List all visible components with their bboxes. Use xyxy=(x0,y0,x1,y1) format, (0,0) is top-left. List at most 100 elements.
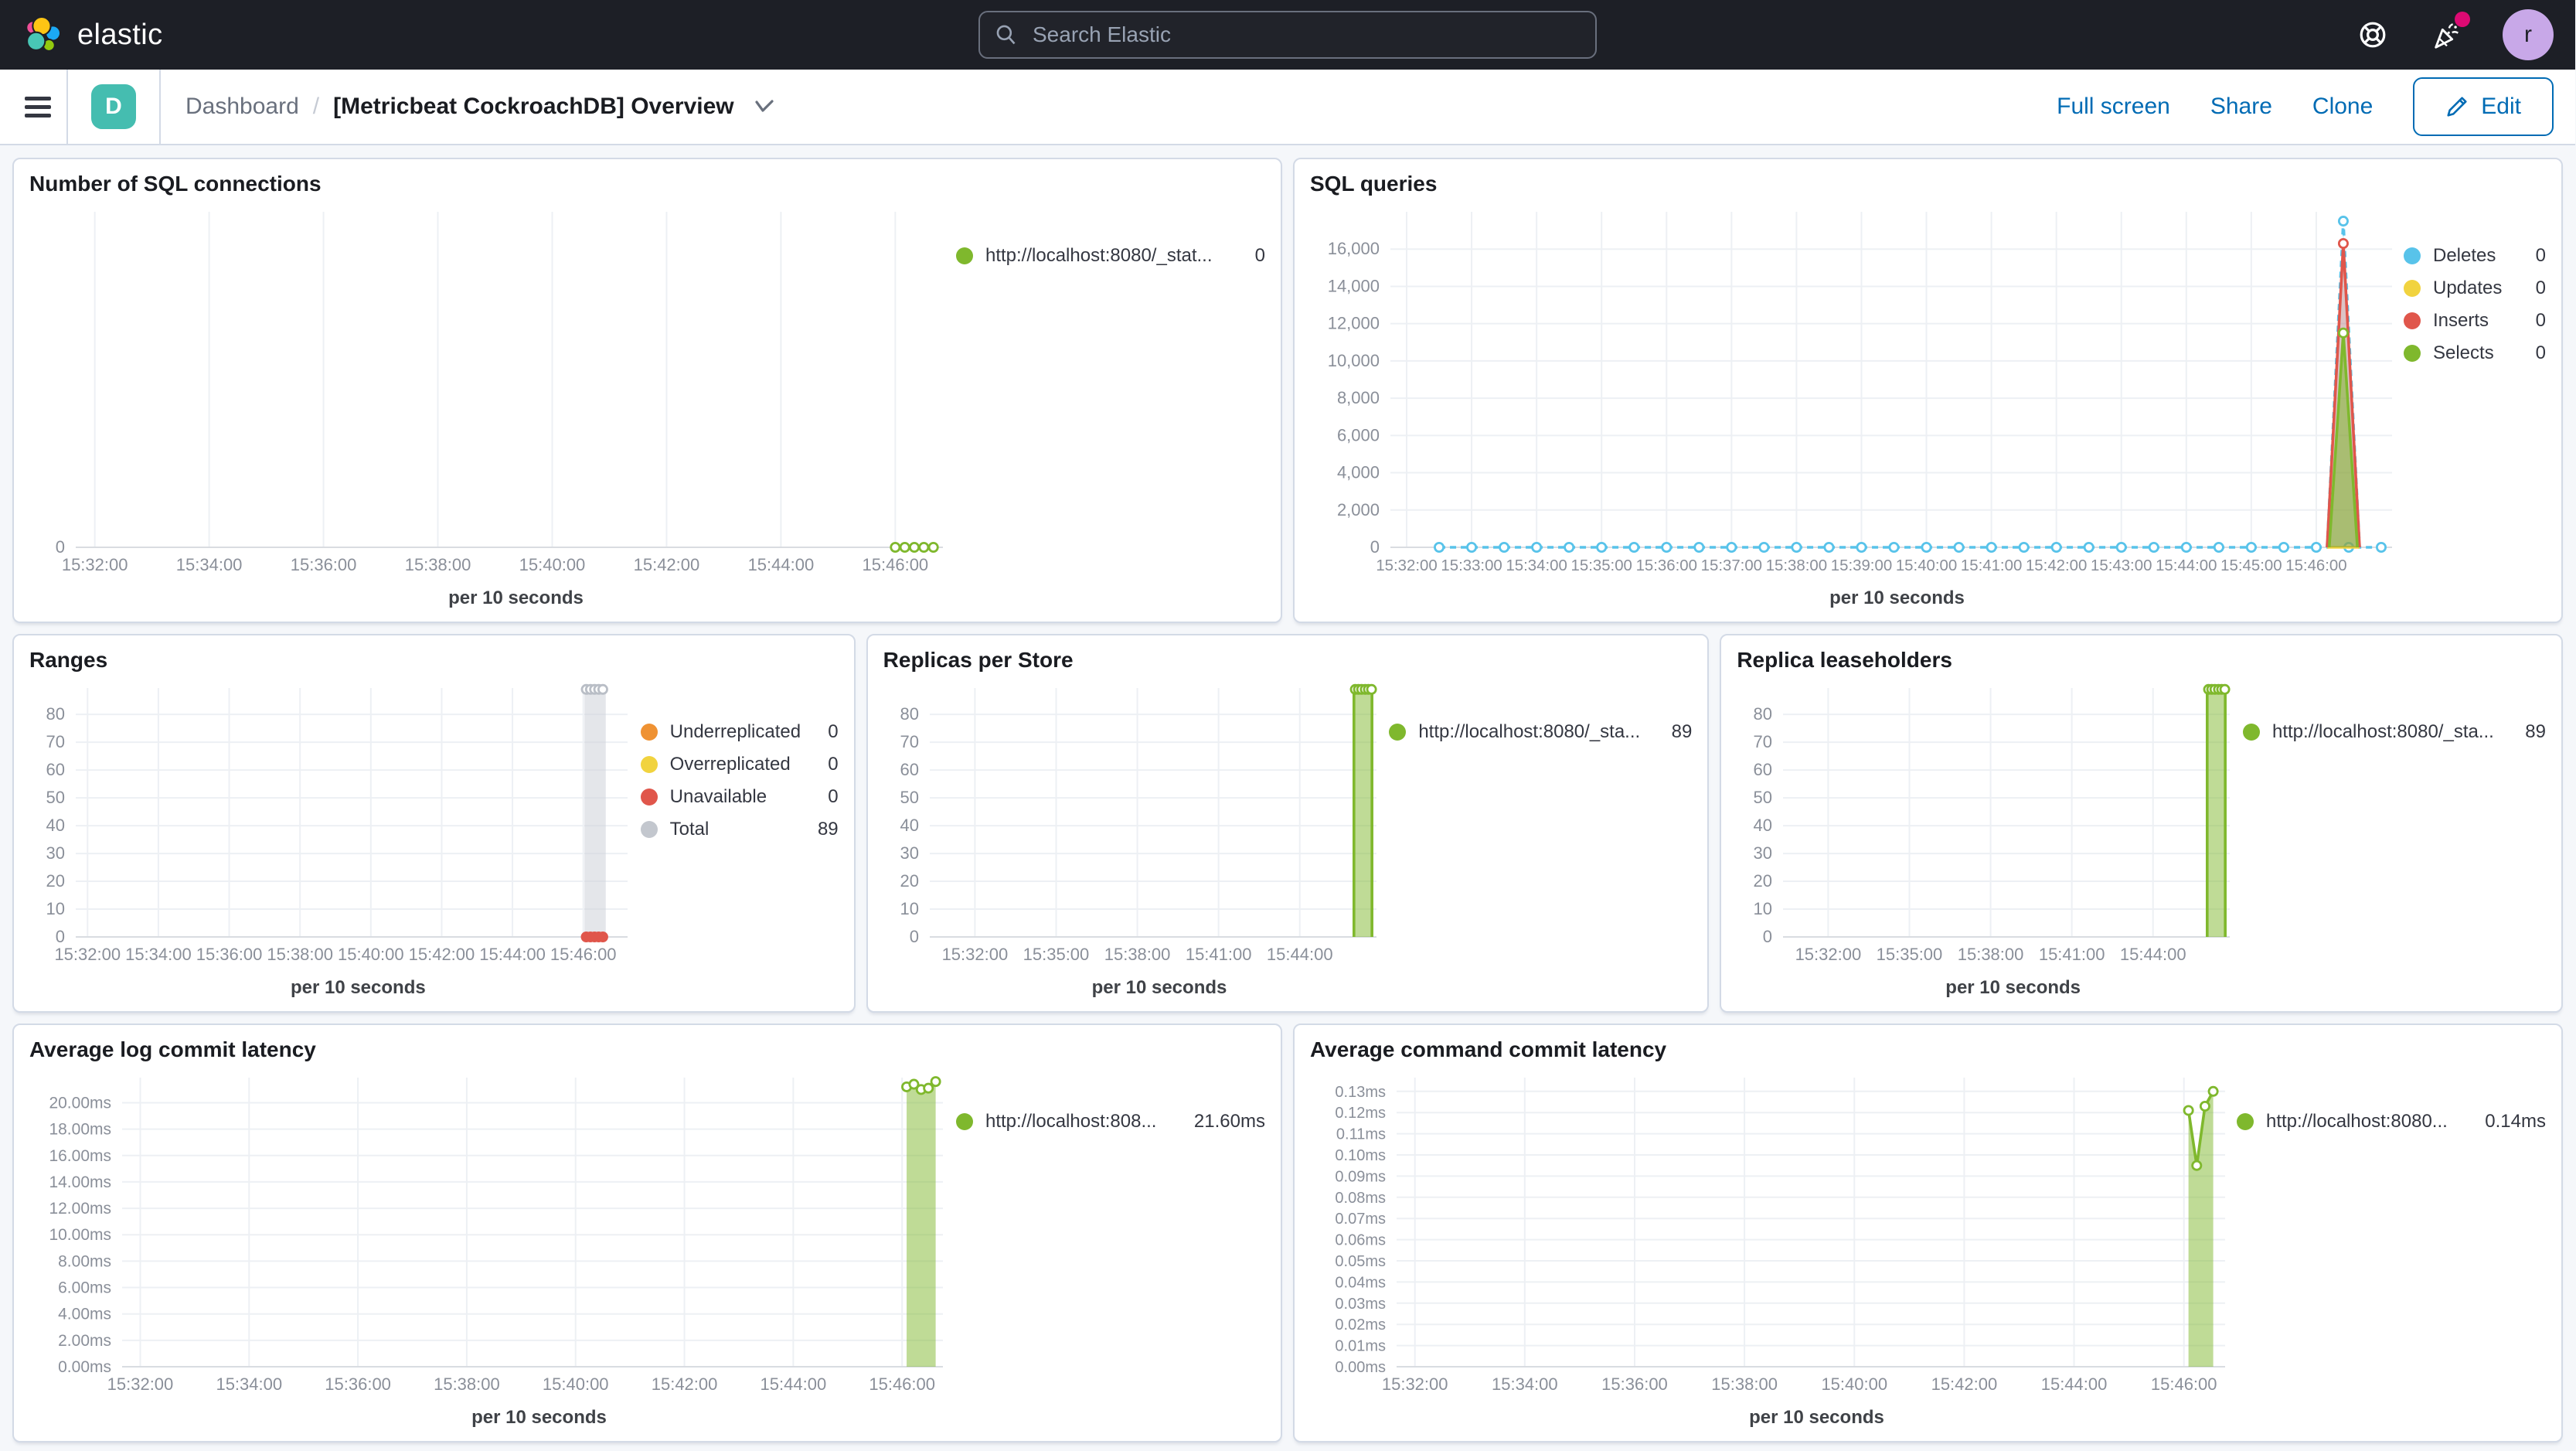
series-total xyxy=(584,689,606,937)
chart-canvas[interactable]: 15:32:00 15:34:00 15:36:00 15:38:00 15:40:00… xyxy=(29,199,956,584)
svg-text:60: 60 xyxy=(46,760,65,779)
space-badge[interactable]: D xyxy=(91,84,136,129)
chart-axes: 15:32:00 15:33:00 15:34:00 15:35:00 15:36:00… xyxy=(1328,212,2392,574)
legend-value: 0 xyxy=(1254,245,1265,266)
svg-text:15:40:00: 15:40:00 xyxy=(1821,1374,1887,1394)
panel-average-command-commit-latency: Average command commit latency 15:32:00 1… xyxy=(1292,1024,2563,1442)
legend-item[interactable]: http://localhost:8080/_sta... 89 xyxy=(1389,716,1692,748)
legend-color-dot xyxy=(640,724,658,741)
svg-text:20: 20 xyxy=(1754,871,1772,891)
svg-text:10,000: 10,000 xyxy=(1328,351,1380,370)
svg-text:15:44:00: 15:44:00 xyxy=(479,945,546,964)
legend-item[interactable]: Unavailable 0 xyxy=(640,781,839,813)
dashboard-title-menu[interactable] xyxy=(754,100,774,114)
legend-color-dot xyxy=(2236,1113,2254,1130)
chart-legend: Underreplicated 0 Overreplicated 0 Unavailab… xyxy=(640,676,839,999)
chart-svg[interactable]: 15:32:00 15:34:00 15:36:00 15:38:00 15:40:00… xyxy=(29,676,640,974)
svg-text:0.04ms: 0.04ms xyxy=(1335,1274,1386,1291)
search-input[interactable] xyxy=(1029,21,1580,49)
breadcrumb-dashboard-link[interactable]: Dashboard xyxy=(185,94,299,120)
chart-axes: 15:32:00 15:35:00 15:38:00 15:41:00 15:44:00… xyxy=(900,688,1376,964)
elastic-logo-icon xyxy=(26,15,62,53)
share-button[interactable]: Share xyxy=(2210,94,2272,120)
edit-button[interactable]: Edit xyxy=(2413,77,2554,136)
chart-svg[interactable]: 15:32:00 15:34:00 15:36:00 15:38:00 15:40:00… xyxy=(1310,1065,2237,1404)
svg-text:15:42:00: 15:42:00 xyxy=(1931,1374,1998,1394)
chart-svg[interactable]: 15:32:00 15:34:00 15:36:00 15:38:00 15:40:00… xyxy=(29,1065,955,1404)
svg-text:15:44:00: 15:44:00 xyxy=(761,1374,827,1394)
menu-button[interactable] xyxy=(22,96,66,118)
svg-text:80: 80 xyxy=(900,704,918,724)
page-title: [Metricbeat CockroachDB] Overview xyxy=(333,94,734,119)
chart-svg[interactable]: 15:32:00 15:35:00 15:38:00 15:41:00 15:44:00… xyxy=(1737,676,2242,974)
svg-text:70: 70 xyxy=(900,732,918,751)
user-avatar[interactable]: r xyxy=(2503,9,2554,60)
legend-item[interactable]: Total 89 xyxy=(640,813,839,846)
legend-item[interactable]: Overreplicated 0 xyxy=(640,748,839,781)
svg-text:15:46:00: 15:46:00 xyxy=(550,945,617,964)
panel-number-of-sql-connections: Number of SQL connections 15:32:00 15:34:… xyxy=(12,158,1282,623)
chart-axes: 15:32:00 15:34:00 15:36:00 15:38:00 15:40:00… xyxy=(49,1078,943,1394)
global-search[interactable] xyxy=(978,11,1597,59)
chart-legend: http://localhost:8080/_stat... 0 xyxy=(955,199,1265,609)
svg-text:15:46:00: 15:46:00 xyxy=(863,555,929,574)
legend-item[interactable]: Selects 0 xyxy=(2403,337,2546,370)
svg-text:15:41:00: 15:41:00 xyxy=(1185,945,1251,964)
svg-text:6,000: 6,000 xyxy=(1337,425,1380,444)
svg-text:15:35:00: 15:35:00 xyxy=(1877,945,1943,964)
chart-svg[interactable]: 15:32:00 15:34:00 15:36:00 15:38:00 15:40:00… xyxy=(29,199,955,584)
svg-text:15:34:00: 15:34:00 xyxy=(216,1374,282,1394)
chart-svg[interactable]: 15:32:00 15:35:00 15:38:00 15:41:00 15:44:00… xyxy=(883,676,1389,974)
svg-text:15:34:00: 15:34:00 xyxy=(176,555,243,574)
svg-text:15:34:00: 15:34:00 xyxy=(125,945,192,964)
legend-item[interactable]: http://localhost:8080/_stat... 0 xyxy=(955,240,1265,272)
help-button[interactable] xyxy=(2354,16,2391,53)
chart-legend: http://localhost:8080... 0.14ms xyxy=(2236,1065,2546,1429)
svg-text:15:46:00: 15:46:00 xyxy=(869,1374,935,1394)
chart-svg[interactable]: 15:32:00 15:33:00 15:34:00 15:35:00 15:36:00… xyxy=(1310,199,2404,584)
legend-item[interactable]: Inserts 0 xyxy=(2403,305,2546,337)
breadcrumb: Dashboard / [Metricbeat CockroachDB] Ove… xyxy=(185,94,774,120)
chart-canvas[interactable]: 15:32:00 15:35:00 15:38:00 15:41:00 15:44:00… xyxy=(1737,676,2243,974)
svg-text:15:40:00: 15:40:00 xyxy=(1896,557,1957,574)
legend-item[interactable]: http://localhost:8080... 0.14ms xyxy=(2236,1105,2546,1138)
legend-value: 0 xyxy=(828,786,839,807)
full-screen-button[interactable]: Full screen xyxy=(2057,94,2170,120)
svg-text:15:42:00: 15:42:00 xyxy=(409,945,475,964)
clone-button[interactable]: Clone xyxy=(2312,94,2373,120)
svg-text:15:32:00: 15:32:00 xyxy=(1795,945,1862,964)
svg-text:15:36:00: 15:36:00 xyxy=(291,555,357,574)
legend-item[interactable]: http://localhost:8080/_sta... 89 xyxy=(2242,716,2546,748)
chart-canvas[interactable]: 15:32:00 15:34:00 15:36:00 15:38:00 15:40:00… xyxy=(1310,1065,2237,1404)
legend-label: http://localhost:8080/_stat... xyxy=(985,245,1213,266)
svg-text:10.00ms: 10.00ms xyxy=(49,1226,111,1244)
whats-new-button[interactable] xyxy=(2428,12,2470,53)
svg-text:15:43:00: 15:43:00 xyxy=(2091,557,2152,574)
svg-text:2,000: 2,000 xyxy=(1337,500,1380,519)
pencil-icon xyxy=(2447,97,2467,117)
life-ring-icon xyxy=(2360,22,2386,48)
panel-title: Average command commit latency xyxy=(1309,1037,1667,1061)
svg-text:0.08ms: 0.08ms xyxy=(1335,1190,1386,1207)
chart-canvas[interactable]: 15:32:00 15:34:00 15:36:00 15:38:00 15:40:00… xyxy=(29,1065,956,1404)
chart-canvas[interactable]: 15:32:00 15:35:00 15:38:00 15:41:00 15:44:00… xyxy=(883,676,1390,974)
svg-text:15:40:00: 15:40:00 xyxy=(543,1374,609,1394)
svg-text:15:32:00: 15:32:00 xyxy=(1376,557,1437,574)
chart-axes: 15:32:00 15:34:00 15:36:00 15:38:00 15:40:00… xyxy=(46,688,628,964)
elastic-logo[interactable]: elastic xyxy=(22,14,163,56)
chart-canvas[interactable]: 15:32:00 15:33:00 15:34:00 15:35:00 15:36:00… xyxy=(1310,199,2404,584)
legend-label: Inserts xyxy=(2432,310,2489,331)
legend-value: 0 xyxy=(828,754,839,775)
series-deletes xyxy=(1434,216,2387,553)
legend-item[interactable]: Underreplicated 0 xyxy=(640,716,839,748)
svg-text:70: 70 xyxy=(46,732,65,751)
legend-item[interactable]: Deletes 0 xyxy=(2403,240,2546,272)
svg-text:40: 40 xyxy=(46,816,65,835)
chart-canvas[interactable]: 15:32:00 15:34:00 15:36:00 15:38:00 15:40:00… xyxy=(29,676,641,974)
svg-text:15:38:00: 15:38:00 xyxy=(434,1374,500,1394)
x-axis-label: per 10 seconds xyxy=(1945,977,2081,998)
svg-text:30: 30 xyxy=(900,843,918,863)
panel-title: Replicas per Store xyxy=(883,648,1074,672)
legend-item[interactable]: http://localhost:808... 21.60ms xyxy=(955,1105,1265,1138)
legend-item[interactable]: Updates 0 xyxy=(2403,272,2546,305)
